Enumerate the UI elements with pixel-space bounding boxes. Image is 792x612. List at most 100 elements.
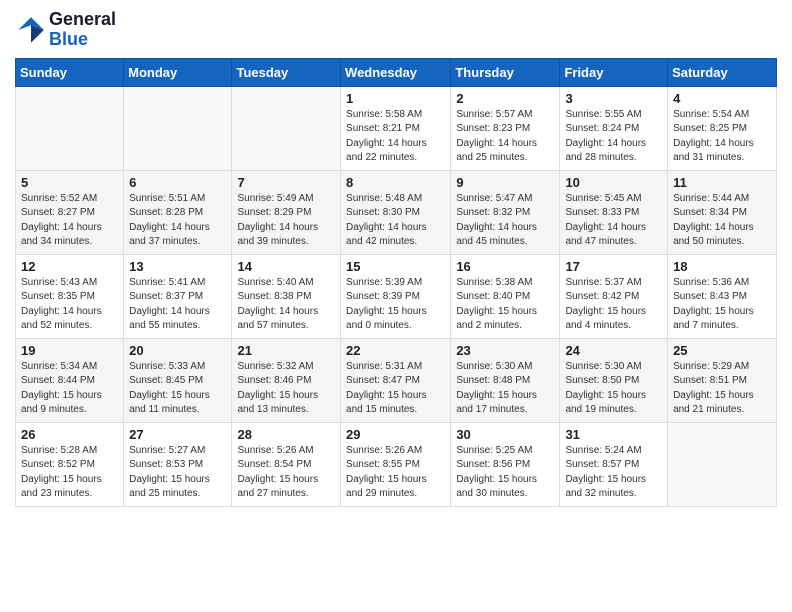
cell-info: Sunrise: 5:33 AM Sunset: 8:45 PM Dayligh…: [129, 360, 226, 418]
cell-info: Sunrise: 5:37 AM Sunset: 8:42 PM Dayligh…: [565, 276, 662, 334]
week-row-4: 19 Sunrise: 5:34 AM Sunset: 8:44 PM Dayli…: [16, 338, 777, 422]
day-number: 21: [237, 343, 335, 358]
day-header-friday: Friday: [560, 58, 668, 86]
cell-info: Sunrise: 5:54 AM Sunset: 8:25 PM Dayligh…: [673, 108, 771, 166]
calendar: SundayMondayTuesdayWednesdayThursdayFrid…: [15, 58, 777, 507]
cell-info: Sunrise: 5:52 AM Sunset: 8:27 PM Dayligh…: [21, 192, 118, 250]
day-number: 13: [129, 259, 226, 274]
cell-info: Sunrise: 5:57 AM Sunset: 8:23 PM Dayligh…: [456, 108, 554, 166]
cell-info: Sunrise: 5:41 AM Sunset: 8:37 PM Dayligh…: [129, 276, 226, 334]
calendar-cell: 1 Sunrise: 5:58 AM Sunset: 8:21 PM Daylig…: [341, 86, 451, 170]
day-number: 27: [129, 427, 226, 442]
calendar-cell: 14Sunrise: 5:40 AM Sunset: 8:38 PM Dayli…: [232, 254, 341, 338]
cell-info: Sunrise: 5:26 AM Sunset: 8:54 PM Dayligh…: [237, 444, 335, 502]
cell-info: Sunrise: 5:45 AM Sunset: 8:33 PM Dayligh…: [565, 192, 662, 250]
calendar-cell: 23Sunrise: 5:30 AM Sunset: 8:48 PM Dayli…: [451, 338, 560, 422]
calendar-cell: 26 Sunrise: 5:28 AM Sunset: 8:52 PM Dayli…: [16, 422, 124, 506]
cell-info: Sunrise: 5:49 AM Sunset: 8:29 PM Dayligh…: [237, 192, 335, 250]
day-number: 31: [565, 427, 662, 442]
calendar-cell: 5Sunrise: 5:52 AM Sunset: 8:27 PM Daylig…: [16, 170, 124, 254]
calendar-cell: 3Sunrise: 5:55 AM Sunset: 8:24 PM Daylig…: [560, 86, 668, 170]
cell-info: Sunrise: 5:48 AM Sunset: 8:30 PM Dayligh…: [346, 192, 445, 250]
day-number: 9: [456, 175, 554, 190]
calendar-cell: 12 Sunrise: 5:43 AM Sunset: 8:35 PM Dayli…: [16, 254, 124, 338]
cell-info: Sunrise: 5:27 AM Sunset: 8:53 PM Dayligh…: [129, 444, 226, 502]
calendar-cell: 20 Sunrise: 5:33 AM Sunset: 8:45 PM Dayli…: [124, 338, 232, 422]
logo-text: General Blue: [49, 10, 116, 50]
calendar-cell: 29Sunrise: 5:26 AM Sunset: 8:55 PM Dayli…: [341, 422, 451, 506]
calendar-cell: [16, 86, 124, 170]
day-number: 24: [565, 343, 662, 358]
cell-info: Sunrise: 5:31 AM Sunset: 8:47 PM Dayligh…: [346, 360, 445, 418]
cell-info: Sunrise: 5:38 AM Sunset: 8:40 PM Dayligh…: [456, 276, 554, 334]
cell-info: Sunrise: 5:44 AM Sunset: 8:34 PM Dayligh…: [673, 192, 771, 250]
calendar-cell: 18Sunrise: 5:36 AM Sunset: 8:43 PM Dayli…: [668, 254, 777, 338]
week-row-1: 1 Sunrise: 5:58 AM Sunset: 8:21 PM Daylig…: [16, 86, 777, 170]
day-number: 11: [673, 175, 771, 190]
day-header-tuesday: Tuesday: [232, 58, 341, 86]
calendar-cell: 16Sunrise: 5:38 AM Sunset: 8:40 PM Dayli…: [451, 254, 560, 338]
day-number: 28: [237, 427, 335, 442]
day-number: 26: [21, 427, 118, 442]
week-row-2: 5Sunrise: 5:52 AM Sunset: 8:27 PM Daylig…: [16, 170, 777, 254]
calendar-cell: 15 Sunrise: 5:39 AM Sunset: 8:39 PM Dayli…: [341, 254, 451, 338]
week-row-5: 26 Sunrise: 5:28 AM Sunset: 8:52 PM Dayli…: [16, 422, 777, 506]
day-number: 14: [237, 259, 335, 274]
page: General Blue SundayMondayTuesdayWednesda…: [0, 0, 792, 522]
calendar-cell: [124, 86, 232, 170]
cell-info: Sunrise: 5:47 AM Sunset: 8:32 PM Dayligh…: [456, 192, 554, 250]
cell-info: Sunrise: 5:34 AM Sunset: 8:44 PM Dayligh…: [21, 360, 118, 418]
logo-blue: Blue: [49, 29, 88, 49]
calendar-cell: 19 Sunrise: 5:34 AM Sunset: 8:44 PM Dayli…: [16, 338, 124, 422]
calendar-cell: 25Sunrise: 5:29 AM Sunset: 8:51 PM Dayli…: [668, 338, 777, 422]
cell-info: Sunrise: 5:51 AM Sunset: 8:28 PM Dayligh…: [129, 192, 226, 250]
day-number: 22: [346, 343, 445, 358]
calendar-cell: 21 Sunrise: 5:32 AM Sunset: 8:46 PM Dayli…: [232, 338, 341, 422]
day-header-thursday: Thursday: [451, 58, 560, 86]
calendar-cell: 22 Sunrise: 5:31 AM Sunset: 8:47 PM Dayli…: [341, 338, 451, 422]
day-header-sunday: Sunday: [16, 58, 124, 86]
calendar-cell: [232, 86, 341, 170]
calendar-cell: 13 Sunrise: 5:41 AM Sunset: 8:37 PM Dayli…: [124, 254, 232, 338]
calendar-cell: 6Sunrise: 5:51 AM Sunset: 8:28 PM Daylig…: [124, 170, 232, 254]
calendar-cell: 2 Sunrise: 5:57 AM Sunset: 8:23 PM Daylig…: [451, 86, 560, 170]
calendar-cell: 10 Sunrise: 5:45 AM Sunset: 8:33 PM Dayli…: [560, 170, 668, 254]
cell-info: Sunrise: 5:32 AM Sunset: 8:46 PM Dayligh…: [237, 360, 335, 418]
logo-icon: [15, 14, 47, 46]
cell-info: Sunrise: 5:28 AM Sunset: 8:52 PM Dayligh…: [21, 444, 118, 502]
day-number: 30: [456, 427, 554, 442]
calendar-cell: 31Sunrise: 5:24 AM Sunset: 8:57 PM Dayli…: [560, 422, 668, 506]
day-header-saturday: Saturday: [668, 58, 777, 86]
day-number: 12: [21, 259, 118, 274]
day-number: 19: [21, 343, 118, 358]
cell-info: Sunrise: 5:25 AM Sunset: 8:56 PM Dayligh…: [456, 444, 554, 502]
logo-general: General: [49, 9, 116, 29]
calendar-cell: 17Sunrise: 5:37 AM Sunset: 8:42 PM Dayli…: [560, 254, 668, 338]
calendar-cell: [668, 422, 777, 506]
cell-info: Sunrise: 5:43 AM Sunset: 8:35 PM Dayligh…: [21, 276, 118, 334]
logo: General Blue: [15, 10, 116, 50]
cell-info: Sunrise: 5:39 AM Sunset: 8:39 PM Dayligh…: [346, 276, 445, 334]
day-number: 3: [565, 91, 662, 106]
calendar-cell: 4 Sunrise: 5:54 AM Sunset: 8:25 PM Daylig…: [668, 86, 777, 170]
calendar-cell: 7Sunrise: 5:49 AM Sunset: 8:29 PM Daylig…: [232, 170, 341, 254]
day-number: 4: [673, 91, 771, 106]
day-number: 2: [456, 91, 554, 106]
calendar-cell: 11 Sunrise: 5:44 AM Sunset: 8:34 PM Dayli…: [668, 170, 777, 254]
cell-info: Sunrise: 5:30 AM Sunset: 8:50 PM Dayligh…: [565, 360, 662, 418]
day-header-monday: Monday: [124, 58, 232, 86]
day-number: 1: [346, 91, 445, 106]
week-row-3: 12 Sunrise: 5:43 AM Sunset: 8:35 PM Dayli…: [16, 254, 777, 338]
calendar-cell: 9 Sunrise: 5:47 AM Sunset: 8:32 PM Daylig…: [451, 170, 560, 254]
day-number: 20: [129, 343, 226, 358]
day-number: 10: [565, 175, 662, 190]
day-number: 23: [456, 343, 554, 358]
calendar-cell: 28 Sunrise: 5:26 AM Sunset: 8:54 PM Dayli…: [232, 422, 341, 506]
cell-info: Sunrise: 5:58 AM Sunset: 8:21 PM Dayligh…: [346, 108, 445, 166]
cell-info: Sunrise: 5:29 AM Sunset: 8:51 PM Dayligh…: [673, 360, 771, 418]
calendar-cell: 8Sunrise: 5:48 AM Sunset: 8:30 PM Daylig…: [341, 170, 451, 254]
cell-info: Sunrise: 5:26 AM Sunset: 8:55 PM Dayligh…: [346, 444, 445, 502]
calendar-cell: 24 Sunrise: 5:30 AM Sunset: 8:50 PM Dayli…: [560, 338, 668, 422]
header-row: SundayMondayTuesdayWednesdayThursdayFrid…: [16, 58, 777, 86]
day-number: 15: [346, 259, 445, 274]
